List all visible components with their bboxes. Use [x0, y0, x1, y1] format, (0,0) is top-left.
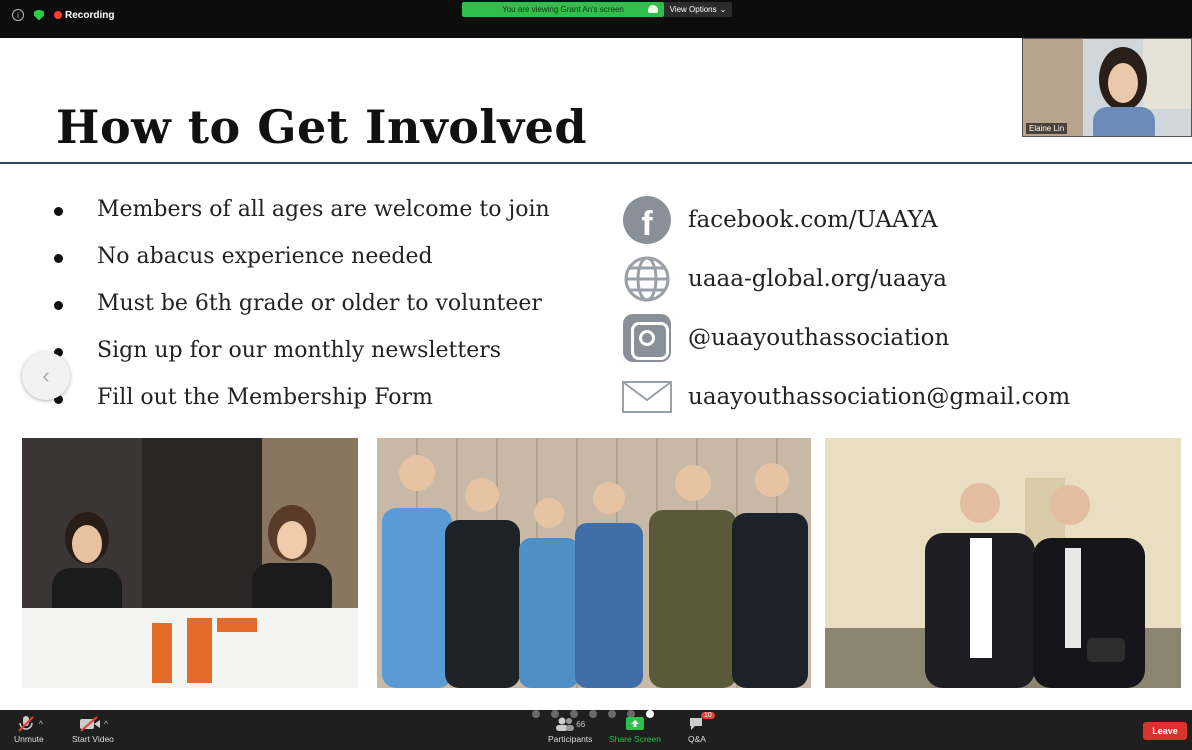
participants-count: 66	[576, 719, 586, 729]
photo-student-group	[377, 438, 811, 688]
info-icon[interactable]: i	[12, 9, 24, 21]
view-options-label: View Options	[669, 5, 717, 14]
contact-facebook: f facebook.com/UAAYA	[622, 190, 1070, 249]
cloud-icon	[648, 5, 658, 13]
bullet-item: No abacus experience needed	[50, 242, 550, 289]
leave-label: Leave	[1152, 726, 1178, 736]
contact-text: @uaayouthassociation	[688, 324, 950, 351]
contact-website: uaaa-global.org/uaaya	[622, 249, 1070, 308]
contact-text: uaayouthassociation@gmail.com	[688, 383, 1071, 410]
contact-text: facebook.com/UAAYA	[688, 206, 938, 233]
share-screen-label: Share Screen	[609, 734, 661, 744]
bullet-text: Sign up for our monthly newsletters	[97, 338, 502, 363]
contact-email: uaayouthassociation@gmail.com	[622, 367, 1070, 426]
bullet-dot-icon	[54, 254, 63, 263]
previous-slide-button[interactable]: ‹	[22, 352, 70, 400]
top-bar: i Recording You are viewing Grant An's s…	[0, 0, 1192, 38]
shield-icon[interactable]	[34, 9, 44, 21]
carousel-dot[interactable]	[532, 710, 540, 718]
qa-count-badge: 10	[701, 712, 715, 719]
unmute-button[interactable]: ^ Unmute	[14, 714, 44, 744]
view-options-button[interactable]: View Options ⌄	[664, 2, 732, 17]
unmute-label: Unmute	[14, 734, 44, 744]
recording-indicator[interactable]: Recording	[54, 10, 114, 21]
facebook-icon: f	[623, 195, 671, 244]
chevron-down-icon: ⌄	[719, 5, 727, 14]
participants-label: Participants	[548, 734, 593, 744]
share-screen-icon	[625, 717, 644, 730]
contact-list: f facebook.com/UAAYA uaaa-global.org/uaa…	[622, 190, 1070, 426]
start-video-label: Start Video	[72, 734, 114, 744]
microphone-muted-icon	[18, 716, 34, 732]
contact-text: uaaa-global.org/uaaya	[688, 265, 948, 292]
participants-icon	[556, 717, 575, 731]
bullet-text: No abacus experience needed	[97, 244, 433, 269]
meeting-controls-bar: ^ Unmute ^ Start Video 66 Participants S…	[0, 710, 1192, 750]
viewing-banner: You are viewing Grant An's screen	[462, 2, 664, 17]
photo-volunteers-table	[22, 438, 358, 688]
bullet-text: Fill out the Membership Form	[97, 385, 433, 410]
video-off-icon	[79, 716, 100, 732]
speaker-video-thumbnail[interactable]: Elaine Lin	[1022, 38, 1192, 137]
leave-meeting-button[interactable]: Leave	[1143, 722, 1187, 740]
start-video-button[interactable]: ^ Start Video	[72, 714, 114, 744]
bullet-text: Members of all ages are welcome to join	[97, 197, 550, 222]
bullet-item: Must be 6th grade or older to volunteer	[50, 289, 550, 336]
contact-instagram: @uaayouthassociation	[622, 308, 1070, 367]
mail-icon	[622, 380, 672, 413]
bullet-dot-icon	[54, 301, 63, 310]
bullet-item: Fill out the Membership Form	[50, 383, 550, 430]
shared-slide: How to Get Involved Members of all ages …	[0, 38, 1192, 710]
share-screen-button[interactable]: Share Screen	[609, 714, 661, 744]
slide-title: How to Get Involved	[56, 100, 588, 154]
bullet-dot-icon	[54, 207, 63, 216]
qa-label: Q&A	[688, 734, 706, 744]
chevron-up-icon[interactable]: ^	[104, 719, 108, 729]
participants-button[interactable]: 66 Participants	[548, 714, 592, 744]
speaker-name: Elaine Lin	[1026, 123, 1068, 134]
chevron-left-icon: ‹	[42, 363, 50, 388]
instagram-icon	[623, 313, 671, 362]
chevron-up-icon[interactable]: ^	[39, 719, 43, 729]
viewing-banner-text: You are viewing Grant An's screen	[502, 5, 624, 14]
bullet-item: Sign up for our monthly newsletters	[50, 336, 550, 383]
globe-icon	[624, 256, 670, 301]
photo-two-presenters	[825, 438, 1181, 688]
recording-label: Recording	[65, 9, 115, 21]
meeting-status: i Recording	[12, 9, 114, 21]
bullet-text: Must be 6th grade or older to volunteer	[97, 291, 542, 316]
title-divider	[0, 162, 1192, 164]
record-dot-icon	[54, 11, 62, 19]
bullet-item: Members of all ages are welcome to join	[50, 195, 550, 242]
bullet-list: Members of all ages are welcome to join …	[50, 195, 550, 430]
